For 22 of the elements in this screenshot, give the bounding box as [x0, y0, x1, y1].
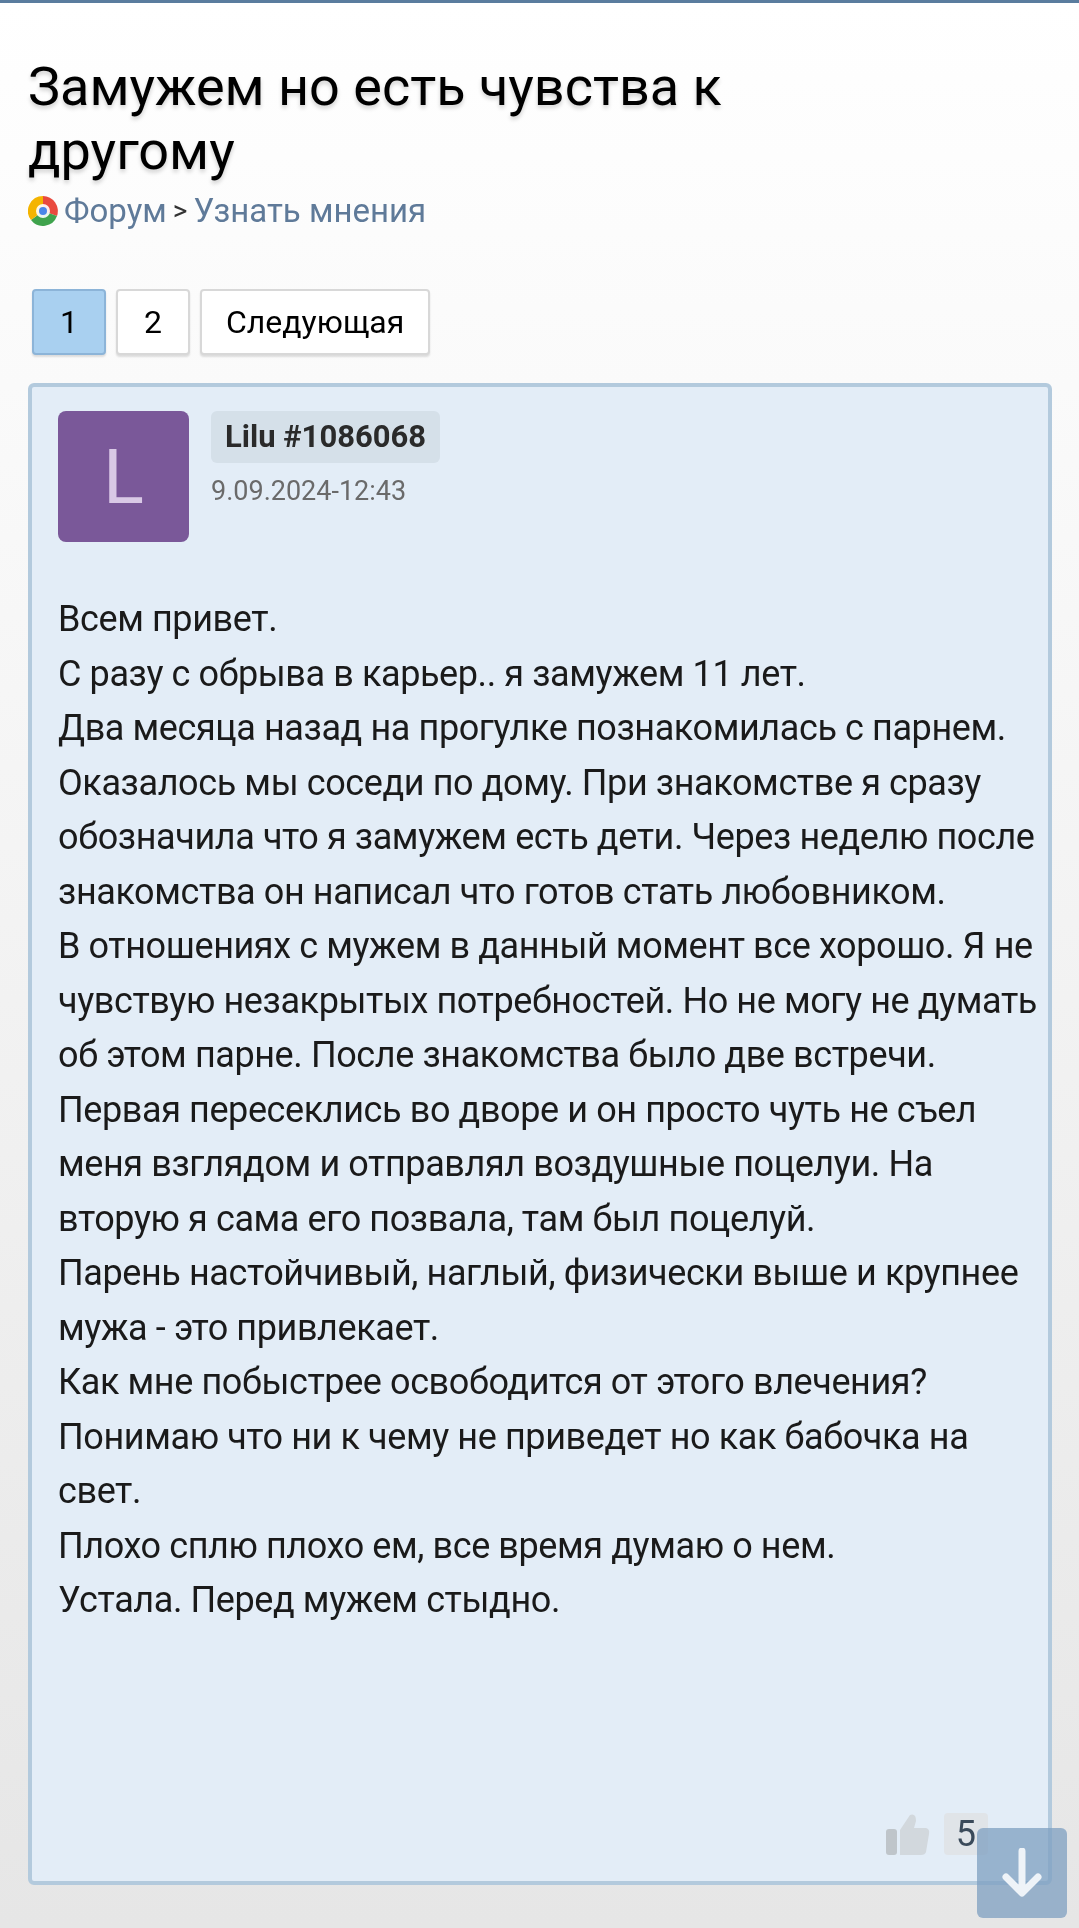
- page-button[interactable]: Следующая: [200, 289, 431, 355]
- post-paragraph: Парень настойчивый, наглый, физически выше и крупнее мужа - это привлекает.: [58, 1251, 1020, 1351]
- page-button[interactable]: 2: [116, 289, 190, 355]
- breadcrumb-separator: >: [172, 193, 188, 229]
- forum-logo-icon: [28, 196, 58, 226]
- post-paragraph: Как мне побыстрее освободится от этого влечения? Понимаю что ни к чему не приведет но как бабочка на свет.: [58, 1360, 970, 1514]
- arrow-down-icon: [1002, 1848, 1042, 1898]
- thumbs-up-icon[interactable]: [885, 1813, 930, 1855]
- page-title: Замужем но есть чувства к другому: [28, 55, 723, 183]
- post-paragraph: Устала. Перед мужем стыдно.: [58, 1578, 561, 1623]
- scroll-down-button[interactable]: [977, 1828, 1067, 1918]
- post-paragraph: Плохо сплю плохо ем, все время думаю о нем.: [58, 1523, 837, 1569]
- post-paragraph: В отношениях с мужем в данный момент все хорошо. Я не чувствую незакрытых потребностей. Но не могу не думать об этом парне. После знакомства было две встречи. Первая пересеклись во дворе и он просто чуть не съел меня взглядом и отправлял воздушные поцелуи. На вторую я сама его позвала, там был поцелуй.: [58, 924, 1039, 1242]
- breadcrumb-link[interactable]: Узнать мнения: [193, 191, 427, 231]
- post-paragraph: Два месяца назад на прогулке познакомилась с парнем. Оказалось мы соседи по дому. При знакомстве я сразу обозначила что я замужем есть дети. Через неделю после знакомства он написал что готов стать любовником.: [58, 706, 1036, 915]
- post-date: 9.09.2024-12:43: [211, 474, 407, 509]
- breadcrumb-link[interactable]: Форум: [64, 191, 167, 231]
- avatar: L: [58, 411, 189, 542]
- post-paragraph: С разу с обрыва в карьер.. я замужем 11 лет.: [58, 651, 807, 697]
- post-paragraph: Всем привет.: [58, 597, 279, 642]
- author-name[interactable]: Lilu #1086068: [211, 411, 441, 463]
- page-button[interactable]: 1: [32, 289, 106, 355]
